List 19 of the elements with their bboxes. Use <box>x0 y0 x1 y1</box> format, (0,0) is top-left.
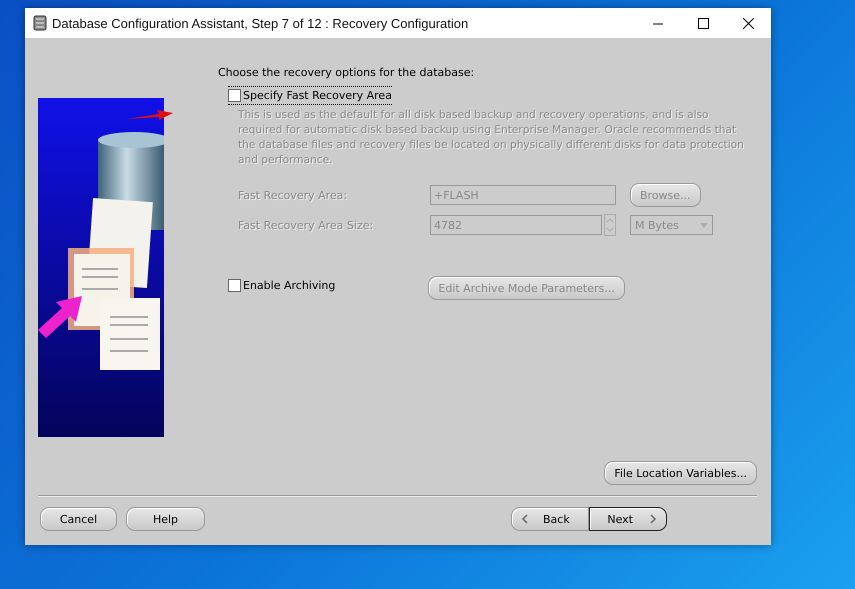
footer-button[interactable]: Help <box>126 507 205 531</box>
description-text: This is used as the default for all disk based backup and recovery operations, and is also required for automatic disk based backup using Enterprise Manager. Oracle recommends that the database files and recovery files be located on physically different disks for data protection and performance. <box>238 108 745 168</box>
close-icon <box>743 18 754 28</box>
file-location-button[interactable]: File Location Variables... <box>604 461 757 485</box>
section-heading: Choose the recovery options for the database: <box>218 66 476 79</box>
maximize-icon <box>698 18 709 28</box>
window-title: Database Configuration Assistant, Step 7 of 12 : Recovery Configuration <box>52 16 470 30</box>
footer-button[interactable]: Cancel <box>40 507 117 531</box>
chevron-right-icon <box>649 514 657 524</box>
checkbox[interactable]: Enable Archiving <box>228 276 336 295</box>
chevron-left-icon <box>521 514 529 524</box>
checkbox[interactable]: Specify Fast Recovery Area <box>228 86 392 105</box>
caret-icon <box>700 222 708 228</box>
database-icon <box>33 15 47 31</box>
back-button[interactable]: Back <box>511 507 589 531</box>
next-button[interactable]: Next <box>589 507 667 531</box>
field-label: Fast Recovery Area: <box>238 188 348 202</box>
field-label: Fast Recovery Area Size: <box>238 218 374 232</box>
annotation-arrow-icon <box>127 110 173 122</box>
